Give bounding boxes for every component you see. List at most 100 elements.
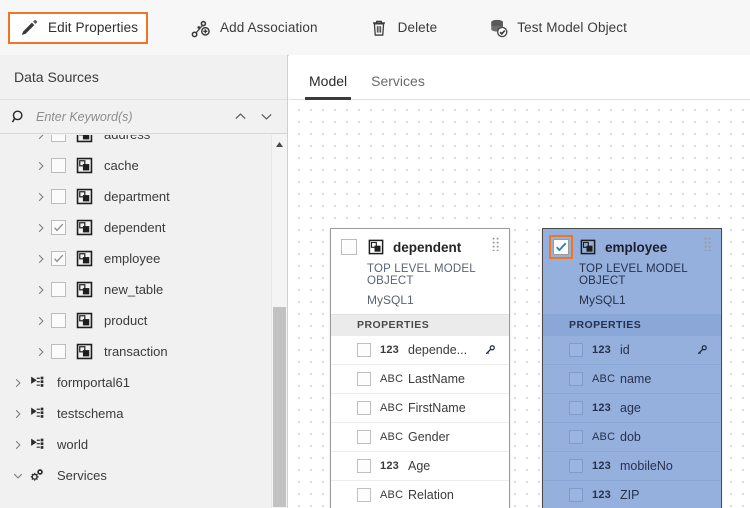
tree-expand-arrow-right-icon[interactable] — [31, 135, 51, 145]
property-checkbox[interactable] — [357, 459, 371, 473]
scrollbar-thumb[interactable] — [273, 307, 286, 507]
tree-checkbox-cache[interactable] — [51, 158, 66, 173]
trash-icon — [372, 20, 385, 36]
edit-properties-button[interactable]: Edit Properties — [8, 11, 149, 44]
property-row[interactable]: ABC Relation — [331, 480, 509, 508]
tree-checkbox-new-table[interactable] — [51, 282, 66, 297]
property-type-badge: ABC — [592, 431, 616, 443]
tree-item-label: new_table — [104, 282, 164, 297]
property-type-badge: ABC — [380, 373, 404, 385]
property-row[interactable]: ABC LastName — [331, 364, 509, 393]
drag-grip-icon[interactable] — [492, 237, 501, 251]
property-row[interactable]: ABC dob — [543, 422, 721, 451]
search-input[interactable] — [28, 108, 227, 125]
tree-expand-arrow-down-icon[interactable] — [8, 466, 28, 486]
tree-checkbox-dependent[interactable] — [51, 220, 66, 235]
sidebar-scrollbar[interactable] — [271, 135, 287, 508]
tree-item-new-table[interactable]: new_table — [0, 274, 270, 305]
chevron-right-icon — [38, 316, 44, 325]
property-checkbox[interactable] — [357, 372, 371, 386]
card-subtitle: TOP LEVEL MODEL OBJECT — [579, 263, 688, 287]
property-name: Relation — [408, 488, 454, 502]
tree-item-world[interactable]: world — [0, 429, 270, 460]
tree-item-department[interactable]: department — [0, 181, 270, 212]
chevron-right-icon — [38, 161, 44, 170]
search-icon[interactable] — [10, 108, 28, 126]
tree-checkbox-employee[interactable] — [51, 251, 66, 266]
property-checkbox[interactable] — [569, 488, 583, 502]
tree-expand-arrow-right-icon[interactable] — [31, 156, 51, 176]
property-type-badge: 123 — [592, 402, 611, 414]
schema-icon — [31, 407, 44, 418]
property-row[interactable]: 123 ZIP — [543, 480, 721, 508]
tree-expand-arrow-right-icon[interactable] — [8, 435, 28, 455]
search-next-button[interactable] — [253, 105, 279, 129]
property-name: Age — [408, 459, 431, 473]
property-checkbox[interactable] — [569, 343, 583, 357]
test-model-object-button[interactable]: Test Model Object — [479, 13, 635, 43]
tab-services[interactable]: Services — [359, 73, 437, 99]
property-checkbox[interactable] — [357, 401, 371, 415]
tree-item-product[interactable]: product — [0, 305, 270, 336]
tree-checkbox-address[interactable] — [51, 135, 66, 142]
tree-item-transaction[interactable]: transaction — [0, 336, 270, 367]
property-checkbox[interactable] — [357, 488, 371, 502]
property-row[interactable]: ABC Gender — [331, 422, 509, 451]
tree-item-services[interactable]: Services — [0, 460, 270, 491]
chevron-right-icon — [38, 223, 44, 232]
property-checkbox[interactable] — [569, 430, 583, 444]
search-prev-button[interactable] — [227, 105, 253, 129]
property-row[interactable]: 123 id — [543, 335, 721, 364]
tab-model[interactable]: Model — [297, 73, 359, 100]
model-object-card-dependent[interactable]: dependent TOP LEVEL MODEL OBJECT MySQL1 PRO… — [330, 228, 510, 508]
property-type-badge: ABC — [380, 431, 404, 443]
property-checkbox[interactable] — [569, 372, 583, 386]
model-canvas[interactable]: dependent TOP LEVEL MODEL OBJECT MySQL1 PRO… — [289, 100, 750, 508]
tree-item-address[interactable]: address — [0, 135, 270, 150]
gears-icon — [30, 469, 44, 481]
model-object-card-employee[interactable]: employee TOP LEVEL MODEL OBJECT MySQL1 PROP… — [542, 228, 722, 508]
drag-grip-icon[interactable] — [704, 237, 713, 251]
add-association-button[interactable]: Add Association — [182, 13, 326, 43]
property-row[interactable]: 123 age — [543, 393, 721, 422]
tree-expand-arrow-right-icon[interactable] — [8, 373, 28, 393]
property-name: mobileNo — [620, 459, 673, 473]
tree-item-employee[interactable]: employee — [0, 243, 270, 274]
tree-checkbox-product[interactable] — [51, 313, 66, 328]
property-row[interactable]: ABC name — [543, 364, 721, 393]
property-name: age — [620, 401, 641, 415]
table-icon — [76, 343, 93, 360]
tree-expand-arrow-right-icon[interactable] — [31, 342, 51, 362]
property-row[interactable]: 123 Age — [331, 451, 509, 480]
tree-item-cache[interactable]: cache — [0, 150, 270, 181]
property-checkbox[interactable] — [569, 459, 583, 473]
property-row[interactable]: ABC FirstName — [331, 393, 509, 422]
tree-checkbox-transaction[interactable] — [51, 344, 66, 359]
tree-expand-arrow-right-icon[interactable] — [31, 280, 51, 300]
delete-button[interactable]: Delete — [360, 13, 446, 43]
card-title-row: dependent — [341, 238, 499, 256]
tree-item-get[interactable]: get — [0, 491, 270, 492]
property-checkbox[interactable] — [357, 430, 371, 444]
property-checkbox[interactable] — [357, 343, 371, 357]
tree-expand-arrow-right-icon[interactable] — [31, 311, 51, 331]
tree-expand-arrow-right-icon[interactable] — [31, 187, 51, 207]
tree-checkbox-department[interactable] — [51, 189, 66, 204]
tree-item-label: department — [104, 189, 170, 204]
tree-item-formportal61[interactable]: formportal61 — [0, 367, 270, 398]
table-icon — [76, 157, 93, 174]
property-checkbox[interactable] — [569, 401, 583, 415]
tree-expand-arrow-right-icon[interactable] — [8, 404, 28, 424]
tree-item-dependent[interactable]: dependent — [0, 212, 270, 243]
tree-expand-arrow-right-icon[interactable] — [31, 249, 51, 269]
property-row[interactable]: 123 mobileNo — [543, 451, 721, 480]
tree-item-testschema[interactable]: testschema — [0, 398, 270, 429]
scrollbar-up-button[interactable] — [272, 137, 287, 151]
card-checkbox-employee[interactable] — [549, 235, 573, 259]
card-checkbox-dependent[interactable] — [341, 239, 357, 255]
editor-tabs: Model Services — [289, 55, 750, 100]
scroll-up-arrow-icon — [276, 141, 283, 147]
property-row[interactable]: 123 depende... — [331, 335, 509, 364]
chevron-right-icon — [15, 440, 21, 449]
tree-expand-arrow-right-icon[interactable] — [31, 218, 51, 238]
